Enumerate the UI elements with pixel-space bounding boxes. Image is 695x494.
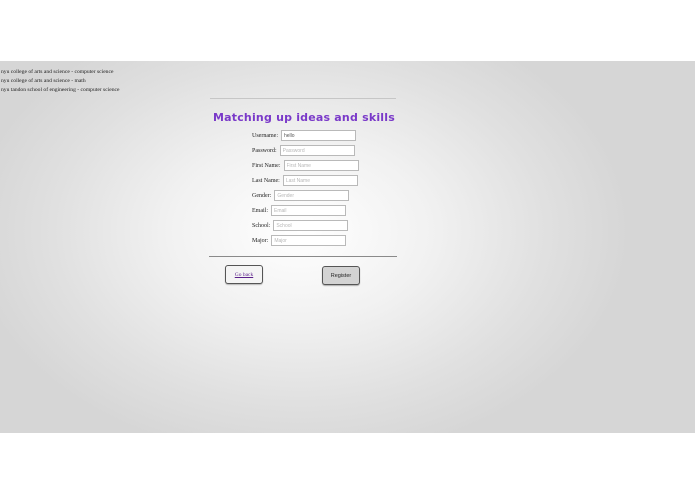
- go-back-button[interactable]: Go back: [225, 265, 263, 284]
- school-label: School:: [252, 222, 271, 229]
- username-input[interactable]: [281, 130, 356, 141]
- major-label: Major:: [252, 237, 269, 244]
- email-label: Email:: [252, 207, 268, 214]
- page-title: Matching up ideas and skills: [212, 111, 395, 124]
- username-label: Username:: [252, 132, 278, 139]
- page-viewport: nyu college of arts and science - comput…: [0, 61, 695, 433]
- form-bottom-divider: [209, 256, 397, 257]
- password-input[interactable]: [279, 145, 355, 156]
- suggestion-item[interactable]: nyu tandon school of engineering - compu…: [1, 86, 120, 95]
- gender-row: Gender:: [252, 190, 350, 201]
- email-row: Email:: [252, 205, 346, 216]
- school-row: School:: [252, 220, 349, 231]
- suggestion-item[interactable]: nyu college of arts and science - math: [1, 77, 120, 86]
- password-label: Password:: [252, 147, 277, 154]
- first-name-label: First Name:: [252, 162, 281, 169]
- last-name-input[interactable]: [282, 175, 358, 186]
- username-row: Username:: [252, 130, 356, 141]
- form-top-divider: [210, 98, 396, 99]
- email-input[interactable]: [271, 205, 346, 216]
- suggestion-list: nyu college of arts and science - comput…: [1, 68, 120, 95]
- gender-label: Gender:: [252, 192, 272, 199]
- last-name-label: Last Name:: [252, 177, 280, 184]
- register-button[interactable]: Register: [322, 266, 360, 285]
- major-row: Major:: [252, 235, 347, 246]
- school-input[interactable]: [273, 220, 349, 231]
- last-name-row: Last Name:: [252, 175, 358, 186]
- major-input[interactable]: [271, 235, 347, 246]
- first-name-row: First Name:: [252, 160, 359, 171]
- password-row: Password:: [252, 145, 355, 156]
- first-name-input[interactable]: [283, 160, 359, 171]
- gender-input[interactable]: [274, 190, 350, 201]
- suggestion-item[interactable]: nyu college of arts and science - comput…: [1, 68, 120, 77]
